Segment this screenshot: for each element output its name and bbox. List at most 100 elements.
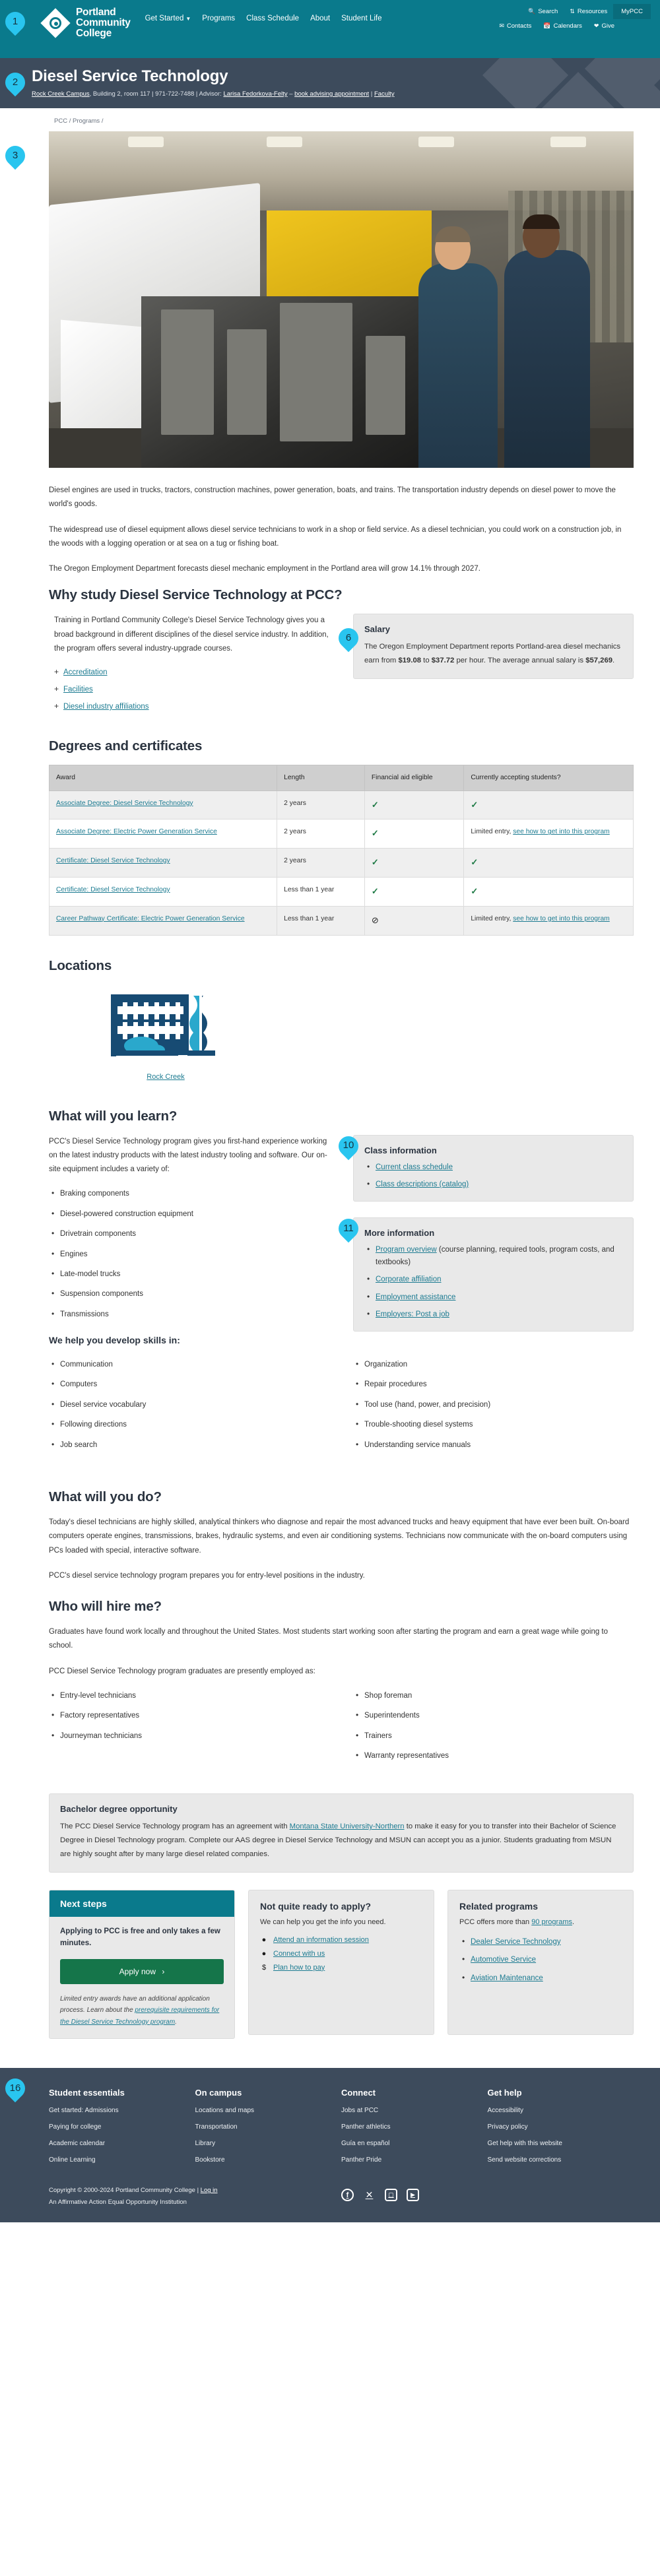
breadcrumb-programs[interactable]: Programs: [73, 117, 100, 125]
not-ready-lead: We can help you get the info you need.: [260, 1918, 386, 1927]
location-link[interactable]: Rock Creek: [147, 1073, 184, 1081]
footer-link-panther-pride[interactable]: Panther Pride: [341, 2156, 488, 2164]
book-advising-link[interactable]: book advising appointment: [294, 90, 369, 98]
limited-entry-link[interactable]: see how to get into this program: [513, 828, 610, 835]
chevron-down-icon: ▼: [185, 16, 191, 22]
related-lead: PCC offers more than 90 programs.: [459, 1917, 622, 1929]
marker-10: 10: [339, 1136, 364, 1156]
list-item: Suspension components: [49, 1287, 329, 1301]
limited-entry-text: Limited entry,: [471, 915, 513, 922]
accordion-label[interactable]: Accreditation: [63, 668, 107, 676]
aviation-maintenance-link[interactable]: Aviation Maintenance: [471, 1974, 543, 1982]
class-descriptions-link[interactable]: Class descriptions (catalog): [376, 1180, 469, 1188]
x-twitter-icon[interactable]: ✕: [363, 2189, 376, 2201]
advisor-link[interactable]: Larisa Fedorkova-Felty: [223, 90, 287, 98]
next-steps-fineprint: Limited entry awards have an additional …: [60, 1993, 224, 2028]
not-eligible-icon: ⊘: [371, 915, 379, 925]
intro-paragraph-2: The widespread use of diesel equipment a…: [49, 525, 622, 548]
nav-student-life[interactable]: Student Life: [341, 15, 381, 22]
ninety-programs-link[interactable]: 90 programs: [531, 1918, 572, 1926]
apply-now-button[interactable]: Apply now ›: [60, 1958, 224, 1984]
list-item: Tool use (hand, power, and precision): [353, 1398, 634, 1411]
footer-link-paying-for-college[interactable]: Paying for college: [49, 2123, 195, 2131]
degrees-table: Award Length Financial aid eligible Curr…: [48, 765, 634, 936]
msun-link[interactable]: Montana State University-Northern: [290, 1822, 405, 1830]
list-item: ● Attend an information session: [260, 1936, 422, 1944]
nav-class-schedule[interactable]: Class Schedule: [246, 15, 299, 22]
accordion-label[interactable]: Facilities: [63, 686, 93, 693]
award-link[interactable]: Certificate: Diesel Service Technology: [56, 886, 170, 893]
program-overview-link[interactable]: Program overview: [376, 1246, 437, 1254]
footer-link-academic-calendar[interactable]: Academic calendar: [49, 2140, 195, 2147]
limited-entry-link[interactable]: see how to get into this program: [513, 915, 610, 922]
utility-contacts[interactable]: ✉ Contacts: [493, 19, 537, 33]
utility-give[interactable]: ❤ Give: [588, 19, 620, 33]
award-link[interactable]: Associate Degree: Electric Power Generat…: [56, 828, 217, 835]
utility-calendars[interactable]: 📅 Calendars: [537, 19, 588, 33]
campus-building-icon: [90, 984, 242, 1070]
accordion-diesel-industry-affiliations[interactable]: + Diesel industry affiliations: [54, 701, 329, 711]
salary-text: The Oregon Employment Department reports…: [364, 640, 622, 668]
fineprint-text-2: .: [175, 2018, 177, 2026]
award-link[interactable]: Certificate: Diesel Service Technology: [56, 857, 170, 864]
affirmative-action-text: An Affirmative Action Equal Opportunity …: [49, 2198, 187, 2206]
info-session-link[interactable]: Attend an information session: [273, 1936, 369, 1944]
award-link[interactable]: Associate Degree: Diesel Service Technol…: [56, 800, 193, 807]
utility-search[interactable]: 🔍 Search: [522, 4, 564, 19]
corporate-affiliation-link[interactable]: Corporate affiliation: [376, 1275, 442, 1283]
automotive-service-link[interactable]: Automotive Service: [471, 1956, 536, 1964]
plus-icon: +: [54, 684, 59, 694]
campus-link[interactable]: Rock Creek Campus: [32, 90, 90, 98]
footer-link-library[interactable]: Library: [195, 2140, 342, 2147]
table-row: Career Pathway Certificate: Electric Pow…: [48, 905, 634, 936]
footer-link-privacy-policy[interactable]: Privacy policy: [488, 2123, 634, 2131]
plan-how-to-pay-link[interactable]: Plan how to pay: [273, 1964, 325, 1972]
site-logo[interactable]: Portland Community College: [40, 7, 131, 38]
accordion-label[interactable]: Diesel industry affiliations: [63, 703, 149, 711]
jobs-left-list: Entry-level technicians Factory represen…: [49, 1689, 329, 1770]
marker-1: 1: [5, 12, 30, 32]
youtube-icon[interactable]: ▶: [407, 2189, 419, 2202]
footer-link-panther-athletics[interactable]: Panther athletics: [341, 2123, 488, 2131]
employers-post-a-job-link[interactable]: Employers: Post a job: [376, 1310, 449, 1318]
dealer-service-technology-link[interactable]: Dealer Service Technology: [471, 1938, 561, 1946]
check-icon: ✓: [371, 886, 379, 896]
footer-heading: On campus: [195, 2088, 242, 2098]
equipment-list: Braking components Diesel-powered constr…: [49, 1187, 329, 1320]
employment-assistance-link[interactable]: Employment assistance: [376, 1293, 455, 1301]
accordion-facilities[interactable]: + Facilities: [54, 684, 329, 693]
footer-link-admissions[interactable]: Get started: Admissions: [49, 2107, 195, 2114]
instagram-icon[interactable]: ▢: [385, 2189, 397, 2202]
footer-link-bookstore[interactable]: Bookstore: [195, 2156, 342, 2164]
footer-link-locations-and-maps[interactable]: Locations and maps: [195, 2107, 342, 2114]
footer-link-online-learning[interactable]: Online Learning: [49, 2156, 195, 2164]
footer-link-accessibility[interactable]: Accessibility: [488, 2107, 634, 2114]
footer-link-get-help-website[interactable]: Get help with this website: [488, 2140, 634, 2147]
award-length: 2 years: [277, 848, 365, 878]
plus-icon: +: [54, 667, 59, 677]
breadcrumb-pcc[interactable]: PCC: [54, 117, 67, 125]
accordion-accreditation[interactable]: + Accreditation: [54, 667, 329, 676]
location-card-rock-creek[interactable]: Rock Creek: [90, 984, 242, 1082]
award-link[interactable]: Career Pathway Certificate: Electric Pow…: [56, 915, 245, 922]
do-heading: What will you do?: [49, 1489, 162, 1505]
login-link[interactable]: Log in: [201, 2187, 218, 2194]
marker-2: 2: [5, 73, 30, 92]
faculty-link[interactable]: Faculty: [374, 90, 395, 98]
facebook-icon[interactable]: f: [341, 2189, 354, 2202]
nav-get-started[interactable]: Get Started ▼: [145, 15, 191, 22]
footer-link-guia-en-espanol[interactable]: Guía en español: [341, 2140, 488, 2147]
footer-link-transportation[interactable]: Transportation: [195, 2123, 342, 2131]
learn-left-column: PCC's Diesel Service Technology program …: [49, 1135, 329, 1355]
utility-resources[interactable]: ⇅ Resources: [564, 4, 613, 19]
nav-programs[interactable]: Programs: [202, 15, 235, 22]
footer-link-jobs-at-pcc[interactable]: Jobs at PCC: [341, 2107, 488, 2114]
connect-with-us-link[interactable]: Connect with us: [273, 1950, 325, 1958]
skills-left-list: Communication Computers Diesel service v…: [49, 1358, 329, 1459]
nav-about[interactable]: About: [310, 15, 330, 22]
utility-mypcc[interactable]: MyPCC: [613, 4, 651, 19]
footer-link-send-corrections[interactable]: Send website corrections: [488, 2156, 634, 2164]
footer-col-connect: Connect Jobs at PCC Panther athletics Gu…: [341, 2088, 488, 2173]
marker-6: 6: [339, 628, 364, 648]
current-class-schedule-link[interactable]: Current class schedule: [376, 1163, 453, 1171]
